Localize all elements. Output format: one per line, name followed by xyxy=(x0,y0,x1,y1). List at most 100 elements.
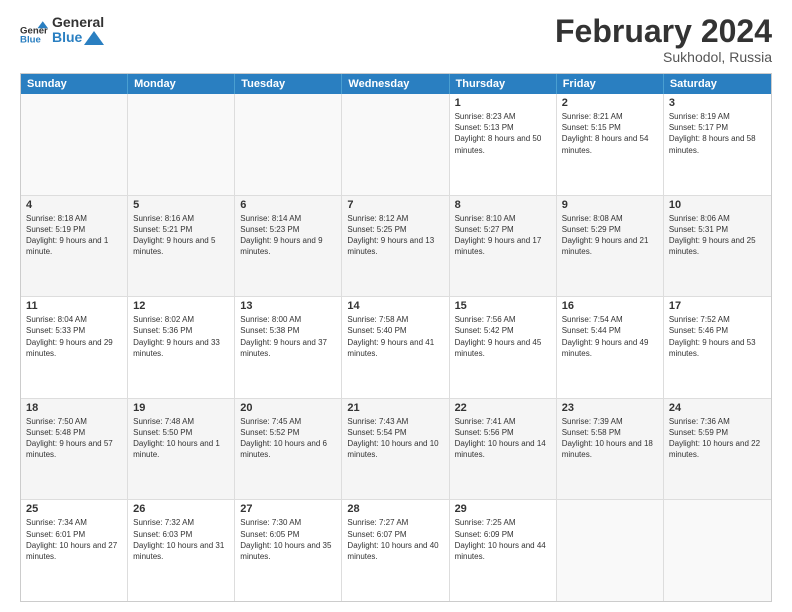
calendar-cell xyxy=(235,94,342,195)
logo-icon: General Blue xyxy=(20,16,48,44)
calendar-cell: 12Sunrise: 8:02 AMSunset: 5:36 PMDayligh… xyxy=(128,297,235,398)
day-number: 8 xyxy=(455,199,551,211)
header: General Blue General Blue February 2024 … xyxy=(20,15,772,65)
day-info: Sunrise: 7:41 AMSunset: 5:56 PMDaylight:… xyxy=(455,416,551,461)
calendar-row: 25Sunrise: 7:34 AMSunset: 6:01 PMDayligh… xyxy=(21,500,771,601)
calendar-cell: 1 Sunrise: 8:23 AMSunset: 5:13 PMDaylight… xyxy=(450,94,557,195)
header-wednesday: Wednesday xyxy=(342,74,449,94)
calendar-cell: 13Sunrise: 8:00 AMSunset: 5:38 PMDayligh… xyxy=(235,297,342,398)
header-saturday: Saturday xyxy=(664,74,771,94)
day-number: 2 xyxy=(562,97,658,109)
calendar-cell: 10 Sunrise: 8:06 AMSunset: 5:31 PMDayligh… xyxy=(664,196,771,297)
day-info: Sunrise: 7:45 AMSunset: 5:52 PMDaylight:… xyxy=(240,416,336,461)
day-info: Sunrise: 8:10 AMSunset: 5:27 PMDaylight:… xyxy=(455,213,551,258)
calendar-cell xyxy=(342,94,449,195)
calendar-cell: 28 Sunrise: 7:27 AMSunset: 6:07 PMDayligh… xyxy=(342,500,449,601)
calendar-cell: 3 Sunrise: 8:19 AMSunset: 5:17 PMDaylight… xyxy=(664,94,771,195)
calendar-cell: 23 Sunrise: 7:39 AMSunset: 5:58 PMDayligh… xyxy=(557,399,664,500)
calendar-row: 4 Sunrise: 8:18 AMSunset: 5:19 PMDaylight… xyxy=(21,196,771,298)
calendar-cell: 24Sunrise: 7:36 AMSunset: 5:59 PMDayligh… xyxy=(664,399,771,500)
calendar-body: 1 Sunrise: 8:23 AMSunset: 5:13 PMDaylight… xyxy=(21,94,771,601)
day-info: Sunrise: 8:12 AMSunset: 5:25 PMDaylight:… xyxy=(347,213,443,258)
calendar-cell: 25Sunrise: 7:34 AMSunset: 6:01 PMDayligh… xyxy=(21,500,128,601)
day-number: 29 xyxy=(455,503,551,515)
day-number: 26 xyxy=(133,503,229,515)
day-number: 28 xyxy=(347,503,443,515)
logo: General Blue General Blue xyxy=(20,15,104,46)
page: General Blue General Blue February 2024 … xyxy=(0,0,792,612)
day-info: Sunrise: 7:36 AMSunset: 5:59 PMDaylight:… xyxy=(669,416,766,461)
day-number: 19 xyxy=(133,402,229,414)
day-info: Sunrise: 7:54 AMSunset: 5:44 PMDaylight:… xyxy=(562,314,658,359)
day-info: Sunrise: 8:04 AMSunset: 5:33 PMDaylight:… xyxy=(26,314,122,359)
day-number: 3 xyxy=(669,97,766,109)
day-number: 11 xyxy=(26,300,122,312)
day-number: 16 xyxy=(562,300,658,312)
day-number: 27 xyxy=(240,503,336,515)
calendar-cell: 19 Sunrise: 7:48 AMSunset: 5:50 PMDayligh… xyxy=(128,399,235,500)
day-info: Sunrise: 8:23 AMSunset: 5:13 PMDaylight:… xyxy=(455,111,551,156)
calendar-cell: 6Sunrise: 8:14 AMSunset: 5:23 PMDaylight… xyxy=(235,196,342,297)
calendar-row: 1 Sunrise: 8:23 AMSunset: 5:13 PMDaylight… xyxy=(21,94,771,196)
day-info: Sunrise: 7:27 AMSunset: 6:07 PMDaylight:… xyxy=(347,517,443,562)
calendar: Sunday Monday Tuesday Wednesday Thursday… xyxy=(20,73,772,602)
day-info: Sunrise: 7:58 AMSunset: 5:40 PMDaylight:… xyxy=(347,314,443,359)
calendar-cell: 11 Sunrise: 8:04 AMSunset: 5:33 PMDayligh… xyxy=(21,297,128,398)
header-monday: Monday xyxy=(128,74,235,94)
calendar-cell: 5Sunrise: 8:16 AMSunset: 5:21 PMDaylight… xyxy=(128,196,235,297)
header-thursday: Thursday xyxy=(450,74,557,94)
day-info: Sunrise: 8:19 AMSunset: 5:17 PMDaylight:… xyxy=(669,111,766,156)
logo-blue: Blue xyxy=(52,30,104,45)
calendar-row: 11 Sunrise: 8:04 AMSunset: 5:33 PMDayligh… xyxy=(21,297,771,399)
day-info: Sunrise: 7:50 AMSunset: 5:48 PMDaylight:… xyxy=(26,416,122,461)
day-info: Sunrise: 8:00 AMSunset: 5:38 PMDaylight:… xyxy=(240,314,336,359)
calendar-cell: 29 Sunrise: 7:25 AMSunset: 6:09 PMDayligh… xyxy=(450,500,557,601)
day-number: 9 xyxy=(562,199,658,211)
day-number: 1 xyxy=(455,97,551,109)
day-number: 4 xyxy=(26,199,122,211)
day-info: Sunrise: 7:39 AMSunset: 5:58 PMDaylight:… xyxy=(562,416,658,461)
calendar-cell xyxy=(664,500,771,601)
day-info: Sunrise: 8:08 AMSunset: 5:29 PMDaylight:… xyxy=(562,213,658,258)
day-number: 15 xyxy=(455,300,551,312)
calendar-cell: 20 Sunrise: 7:45 AMSunset: 5:52 PMDayligh… xyxy=(235,399,342,500)
day-info: Sunrise: 7:48 AMSunset: 5:50 PMDaylight:… xyxy=(133,416,229,461)
day-number: 10 xyxy=(669,199,766,211)
calendar-cell: 7 Sunrise: 8:12 AMSunset: 5:25 PMDaylight… xyxy=(342,196,449,297)
calendar-cell: 17Sunrise: 7:52 AMSunset: 5:46 PMDayligh… xyxy=(664,297,771,398)
day-number: 21 xyxy=(347,402,443,414)
day-number: 25 xyxy=(26,503,122,515)
calendar-cell: 27 Sunrise: 7:30 AMSunset: 6:05 PMDayligh… xyxy=(235,500,342,601)
day-info: Sunrise: 8:18 AMSunset: 5:19 PMDaylight:… xyxy=(26,213,122,258)
calendar-cell xyxy=(21,94,128,195)
calendar-cell: 22 Sunrise: 7:41 AMSunset: 5:56 PMDayligh… xyxy=(450,399,557,500)
day-info: Sunrise: 7:43 AMSunset: 5:54 PMDaylight:… xyxy=(347,416,443,461)
day-info: Sunrise: 7:30 AMSunset: 6:05 PMDaylight:… xyxy=(240,517,336,562)
calendar-cell xyxy=(557,500,664,601)
subtitle: Sukhodol, Russia xyxy=(555,49,772,65)
day-info: Sunrise: 7:25 AMSunset: 6:09 PMDaylight:… xyxy=(455,517,551,562)
day-number: 18 xyxy=(26,402,122,414)
day-number: 7 xyxy=(347,199,443,211)
calendar-cell: 2Sunrise: 8:21 AMSunset: 5:15 PMDaylight… xyxy=(557,94,664,195)
calendar-cell: 16 Sunrise: 7:54 AMSunset: 5:44 PMDayligh… xyxy=(557,297,664,398)
day-number: 14 xyxy=(347,300,443,312)
day-info: Sunrise: 7:32 AMSunset: 6:03 PMDaylight:… xyxy=(133,517,229,562)
logo-general: General xyxy=(52,15,104,30)
day-info: Sunrise: 8:06 AMSunset: 5:31 PMDaylight:… xyxy=(669,213,766,258)
day-number: 12 xyxy=(133,300,229,312)
day-number: 22 xyxy=(455,402,551,414)
calendar-cell xyxy=(128,94,235,195)
day-info: Sunrise: 7:56 AMSunset: 5:42 PMDaylight:… xyxy=(455,314,551,359)
calendar-cell: 18 Sunrise: 7:50 AMSunset: 5:48 PMDayligh… xyxy=(21,399,128,500)
calendar-cell: 14 Sunrise: 7:58 AMSunset: 5:40 PMDayligh… xyxy=(342,297,449,398)
title-block: February 2024 Sukhodol, Russia xyxy=(555,15,772,65)
calendar-cell: 4 Sunrise: 8:18 AMSunset: 5:19 PMDaylight… xyxy=(21,196,128,297)
day-info: Sunrise: 8:16 AMSunset: 5:21 PMDaylight:… xyxy=(133,213,229,258)
day-number: 23 xyxy=(562,402,658,414)
header-tuesday: Tuesday xyxy=(235,74,342,94)
day-number: 20 xyxy=(240,402,336,414)
main-title: February 2024 xyxy=(555,15,772,47)
day-number: 17 xyxy=(669,300,766,312)
calendar-cell: 9 Sunrise: 8:08 AMSunset: 5:29 PMDaylight… xyxy=(557,196,664,297)
